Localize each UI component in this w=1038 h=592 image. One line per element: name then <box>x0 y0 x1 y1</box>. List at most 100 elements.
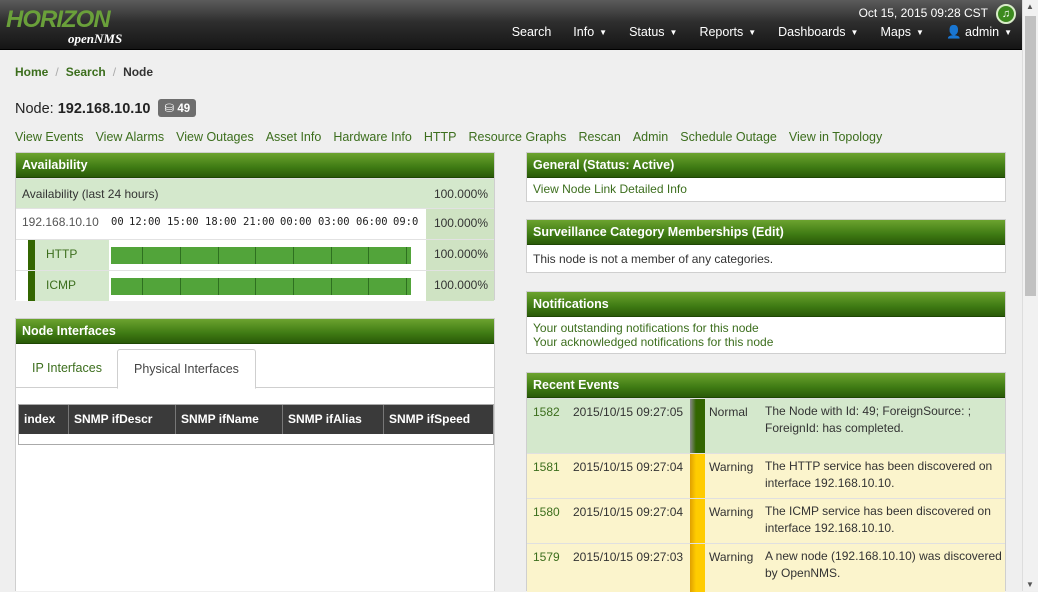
link-admin[interactable]: Admin <box>633 130 668 144</box>
availability-panel: Availability Availability (last 24 hours… <box>15 152 495 301</box>
severity-stripe <box>690 399 705 453</box>
event-severity: Normal <box>709 405 748 419</box>
node-interfaces-title: Node Interfaces <box>16 319 494 344</box>
event-time: 2015/10/15 09:27:03 <box>573 550 684 564</box>
nav-maps[interactable]: Maps ▼ <box>880 25 924 40</box>
nav-status[interactable]: Status ▼ <box>629 25 677 40</box>
event-id-link[interactable]: 1580 <box>533 505 560 519</box>
surveillance-title[interactable]: Surveillance Category Memberships (Edit) <box>527 220 1005 245</box>
opennms-logo[interactable]: HORIZON openNMS <box>6 6 136 46</box>
link-view-events[interactable]: View Events <box>15 130 84 144</box>
severity-stripe <box>690 499 705 543</box>
event-time: 2015/10/15 09:27:04 <box>573 460 684 474</box>
event-severity: Warning <box>709 505 754 519</box>
link-http[interactable]: HTTP <box>424 130 457 144</box>
link-schedule-outage[interactable]: Schedule Outage <box>680 130 777 144</box>
severity-stripe <box>690 454 705 498</box>
tab-ip-interfaces[interactable]: IP Interfaces <box>16 349 118 388</box>
scroll-up-icon: ▲ <box>1026 2 1034 11</box>
caret-down-icon: ▼ <box>1004 28 1012 37</box>
logo-horizon: HORIZON <box>6 6 111 33</box>
event-severity: Warning <box>709 550 754 564</box>
table-header: index SNMP ifDescr SNMP ifName SNMP ifAl… <box>19 405 493 434</box>
main-nav: Search Info ▼ Status ▼ Reports ▼ Dashboards… <box>490 25 1012 40</box>
current-datetime: Oct 15, 2015 09:28 CST <box>858 6 988 20</box>
caret-down-icon: ▼ <box>599 28 608 37</box>
column-ifdescr[interactable]: SNMP ifDescr <box>69 405 176 434</box>
availability-header-row: Availability (last 24 hours) 100.000% <box>16 178 494 208</box>
column-ifspeed[interactable]: SNMP ifSpeed <box>384 405 493 434</box>
recent-events-panel: Recent Events 1582 2015/10/15 09:27:05 N… <box>526 372 1006 592</box>
availability-title: Availability <box>16 153 494 178</box>
service-icmp-link[interactable]: ICMP <box>46 278 76 292</box>
nav-search[interactable]: Search <box>512 25 552 40</box>
link-resource-graphs[interactable]: Resource Graphs <box>468 130 566 144</box>
caret-down-icon: ▼ <box>669 28 678 37</box>
notification-bell-icon[interactable]: ♫ <box>996 4 1016 24</box>
event-row: 1580 2015/10/15 09:27:04 Warning The ICM… <box>527 498 1005 543</box>
service-row-icmp: ICMP 100.000% <box>16 270 494 301</box>
event-severity: Warning <box>709 460 754 474</box>
node-action-links: View Events View Alarms View Outages Asset … <box>15 130 894 144</box>
service-http-link[interactable]: HTTP <box>46 247 77 261</box>
availability-interface-row: 192.168.10.10 00 12:00 15:00 18:00 21:00… <box>16 208 494 239</box>
scrollbar-thumb[interactable] <box>1025 16 1036 296</box>
notifications-title: Notifications <box>527 292 1005 317</box>
page-title: Node: 192.168.10.10 ⛁ 49 <box>15 99 197 117</box>
event-id-link[interactable]: 1581 <box>533 460 560 474</box>
event-message: A new node (192.168.10.10) was discovere… <box>765 549 1002 580</box>
link-asset-info[interactable]: Asset Info <box>266 130 322 144</box>
top-navbar: HORIZON openNMS Oct 15, 2015 09:28 CST ♫… <box>0 0 1022 50</box>
nav-user-menu[interactable]: 👤 admin ▼ <box>946 25 1012 40</box>
event-id-link[interactable]: 1582 <box>533 405 560 419</box>
link-rescan[interactable]: Rescan <box>578 130 620 144</box>
event-row: 1579 2015/10/15 09:27:03 Warning A new n… <box>527 543 1005 592</box>
availability-bar-icmp <box>111 278 411 295</box>
event-time: 2015/10/15 09:27:05 <box>573 405 684 419</box>
node-ip: 192.168.10.10 <box>57 101 151 117</box>
scroll-down-icon: ▼ <box>1026 580 1034 589</box>
general-panel: General (Status: Active) View Node Link … <box>526 152 1006 202</box>
outstanding-notifications-link[interactable]: Your outstanding notifications for this … <box>533 321 999 335</box>
general-title: General (Status: Active) <box>527 153 1005 178</box>
link-view-outages[interactable]: View Outages <box>176 130 254 144</box>
database-icon: ⛁ <box>164 103 175 115</box>
page-scrollbar[interactable]: ▲ ▼ <box>1022 0 1038 591</box>
surveillance-text: This node is not a member of any categor… <box>533 252 774 266</box>
availability-bar-http <box>111 247 411 264</box>
event-row: 1581 2015/10/15 09:27:04 Warning The HTT… <box>527 453 1005 498</box>
link-hardware-info[interactable]: Hardware Info <box>333 130 412 144</box>
tab-physical-interfaces[interactable]: Physical Interfaces <box>117 349 256 389</box>
event-message: The Node with Id: 49; ForeignSource: ; F… <box>765 404 972 435</box>
breadcrumb-current: Node <box>123 65 154 79</box>
nav-reports[interactable]: Reports ▼ <box>699 25 756 40</box>
breadcrumb-home[interactable]: Home <box>15 65 48 79</box>
link-view-alarms[interactable]: View Alarms <box>96 130 165 144</box>
table-empty-row <box>19 434 493 444</box>
nav-info[interactable]: Info ▼ <box>573 25 607 40</box>
surveillance-panel: Surveillance Category Memberships (Edit)… <box>526 219 1006 273</box>
event-time: 2015/10/15 09:27:04 <box>573 505 684 519</box>
column-index[interactable]: index <box>19 405 69 434</box>
acknowledged-notifications-link[interactable]: Your acknowledged notifications for this… <box>533 335 999 349</box>
recent-events-title: Recent Events <box>527 373 1005 398</box>
breadcrumb-search[interactable]: Search <box>66 65 106 79</box>
breadcrumb: Home / Search / Node <box>15 65 154 79</box>
nav-dashboards[interactable]: Dashboards ▼ <box>778 25 858 40</box>
logo-opennms: openNMS <box>68 31 123 46</box>
column-ifname[interactable]: SNMP ifName <box>176 405 283 434</box>
column-ifalias[interactable]: SNMP ifAlias <box>283 405 384 434</box>
event-row: 1582 2015/10/15 09:27:05 Normal The Node… <box>527 398 1005 453</box>
caret-down-icon: ▼ <box>916 28 924 37</box>
interface-link[interactable]: 192.168.10.10 <box>22 215 99 229</box>
node-link-details-link[interactable]: View Node Link Detailed Info <box>533 182 687 196</box>
severity-stripe <box>690 544 705 592</box>
link-view-topology[interactable]: View in Topology <box>789 130 882 144</box>
event-id-link[interactable]: 1579 <box>533 550 560 564</box>
interface-tabs: IP Interfaces Physical Interfaces <box>16 349 494 389</box>
user-icon: 👤 <box>945 25 962 39</box>
caret-down-icon: ▼ <box>748 28 757 37</box>
event-message: The HTTP service has been discovered on … <box>765 459 993 490</box>
physical-interfaces-table: index SNMP ifDescr SNMP ifName SNMP ifAl… <box>18 404 494 445</box>
node-id-badge: ⛁ 49 <box>158 99 197 117</box>
